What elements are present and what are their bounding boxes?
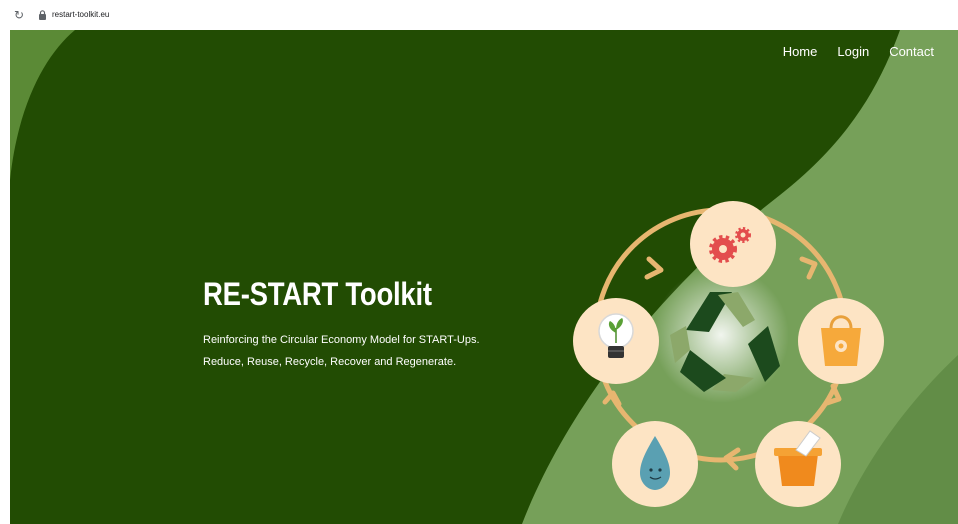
- main-nav: Home Login Contact: [783, 44, 934, 59]
- lock-icon: [39, 10, 46, 20]
- reload-icon[interactable]: ↻: [14, 8, 24, 22]
- gears-icon: [690, 201, 776, 287]
- shopping-bag-icon: [798, 298, 884, 384]
- nav-contact-link[interactable]: Contact: [889, 44, 934, 59]
- circular-economy-illustration: [573, 201, 884, 507]
- browser-address-bar: ↻ restart-toolkit.eu: [0, 0, 958, 30]
- nav-login-link[interactable]: Login: [837, 44, 869, 59]
- hero-title: RE-START Toolkit: [203, 276, 432, 312]
- hero-tagline-1: Reinforcing the Circular Economy Model f…: [203, 334, 480, 346]
- recycle-symbol-icon: [653, 267, 789, 403]
- lightbulb-plant-icon: [573, 298, 659, 384]
- hero-tagline-2: Reduce, Reuse, Recycle, Recover and Rege…: [203, 356, 457, 368]
- water-drop-icon: [612, 421, 698, 507]
- url-text[interactable]: restart-toolkit.eu: [52, 9, 109, 21]
- hero-section: Home Login Contact RE-START Toolkit Rein…: [10, 30, 958, 524]
- recycle-bin-icon: [755, 421, 841, 507]
- nav-home-link[interactable]: Home: [783, 44, 818, 59]
